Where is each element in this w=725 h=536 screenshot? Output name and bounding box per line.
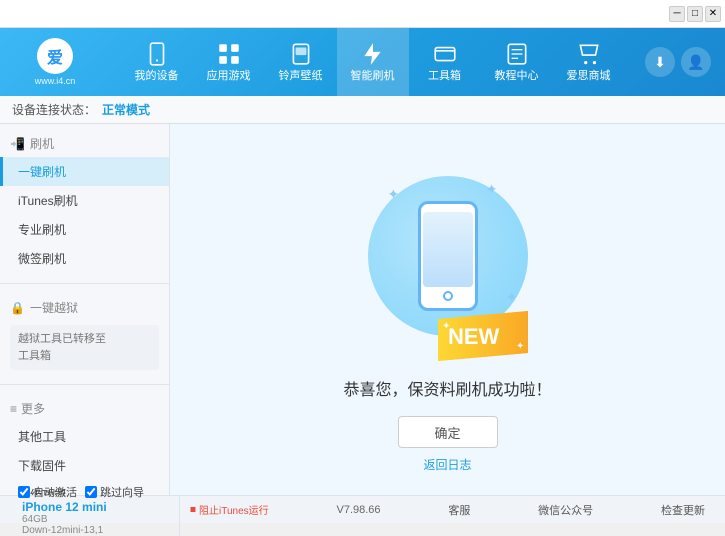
top-navigation: 爱 www.i4.cn 我的设备 应用游戏 铃声壁纸 智能刷机 工具箱 [0,28,725,96]
nav-ringtone[interactable]: 铃声壁纸 [265,28,337,96]
tools-icon [432,41,458,67]
phone-home-button [443,291,453,301]
logo-subtitle: www.i4.cn [35,76,76,86]
sparkle-3: ✦ [506,289,518,306]
jailbreak-note: 越狱工具已转移至工具箱 [10,325,159,370]
checkbox-area: 自动激活 跳过向导 [18,484,171,500]
nav-shop[interactable]: 爱思商城 [553,28,625,96]
close-button[interactable]: ✕ [705,6,721,22]
sidebar-section-more: ≡ 更多 其他工具 下载固件 高级功能 [0,389,169,495]
sidebar-divider-2 [0,384,169,385]
minimize-button[interactable]: ─ [669,6,685,22]
maximize-button[interactable]: □ [687,6,703,22]
version-label: V7.98.66 [336,504,380,516]
phone-illustration: ✦ ✦ ✦ [348,146,548,366]
titlebar: ─ □ ✕ [0,0,725,28]
flash-section-icon: 📲 [10,137,25,151]
device-info: iPhone 12 mini 64GB Down-12mini-13,1 [22,500,171,536]
download-button[interactable]: ⬇ [645,47,675,77]
bottom-bar: 自动激活 跳过向导 iPhone 12 mini 64GB Down-12min… [0,495,725,523]
nav-right-buttons: ⬇ 👤 [645,47,711,77]
new-banner-svg: NEW ✦ ✦ [438,311,528,361]
status-prefix: 设备连接状态： [12,101,96,118]
sidebar-item-download-firmware[interactable]: 下载固件 [0,451,169,480]
customer-service-link[interactable]: 客服 [448,502,470,518]
content-area: ✦ ✦ ✦ [170,124,725,495]
sidebar-item-microsign[interactable]: 微签刷机 [0,244,169,273]
wechat-link[interactable]: 微信公众号 [538,502,593,518]
sidebar-section-header-jailbreak: 🔒 一键越狱 [0,294,169,321]
success-message: 恭喜您，保资料刷机成功啦！ [343,376,551,400]
nav-items: 我的设备 应用游戏 铃声壁纸 智能刷机 工具箱 教程中心 爱思商 [100,28,645,96]
auto-activate-checkbox[interactable]: 自动激活 [18,484,77,500]
apps-icon [216,41,242,67]
more-section-icon: ≡ [10,402,17,416]
sidebar-more-header: ≡ 更多 [0,395,169,422]
phone-device [418,201,478,311]
sidebar-divider-1 [0,283,169,284]
sidebar-item-other-tools[interactable]: 其他工具 [0,422,169,451]
nav-tutorial[interactable]: 教程中心 [481,28,553,96]
sparkle-1: ✦ [388,186,400,203]
auto-activate-input[interactable] [18,486,30,498]
sidebar-section-header-flash: 📲 刷机 [0,130,169,157]
user-button[interactable]: 👤 [681,47,711,77]
svg-text:NEW: NEW [448,324,500,349]
status-bar: 设备连接状态： 正常模式 [0,96,725,124]
svg-text:✦: ✦ [442,321,450,332]
new-banner-inner: NEW ✦ ✦ [438,311,528,366]
sidebar-item-itunes[interactable]: iTunes刷机 [0,186,169,215]
main-area: 📲 刷机 一键刷机 iTunes刷机 专业刷机 微签刷机 🔒 一键越狱 [0,124,725,495]
nav-tools[interactable]: 工具箱 [409,28,481,96]
device-version: Down-12mini-13,1 [22,525,171,536]
svg-text:✦: ✦ [516,341,524,352]
device-name: iPhone 12 mini [22,500,171,514]
lock-section-icon: 🔒 [10,301,25,315]
sidebar-item-onekey[interactable]: 一键刷机 [0,157,169,186]
sidebar-section-jailbreak: 🔒 一键越狱 越狱工具已转移至工具箱 [0,288,169,380]
sidebar-section-flash: 📲 刷机 一键刷机 iTunes刷机 专业刷机 微签刷机 [0,124,169,279]
new-banner-wrapper: NEW ✦ ✦ [438,311,528,366]
nav-my-device[interactable]: 我的设备 [121,28,193,96]
check-update-link[interactable]: 检查更新 [661,502,705,518]
phone-screen [423,212,473,287]
sidebar-item-pro[interactable]: 专业刷机 [0,215,169,244]
nav-apps[interactable]: 应用游戏 [193,28,265,96]
sidebar: 📲 刷机 一键刷机 iTunes刷机 专业刷机 微签刷机 🔒 一键越狱 [0,124,170,495]
status-value: 正常模式 [102,101,150,118]
flash-icon [360,41,386,67]
phone-icon [144,41,170,67]
back-link[interactable]: 返回日志 [423,456,471,473]
bottom-right: ⏹ 阻止iTunes运行 V7.98.66 客服 微信公众号 检查更新 [180,502,715,518]
skip-guide-checkbox[interactable]: 跳过向导 [85,484,144,500]
tutorial-icon [504,41,530,67]
logo-icon: 爱 [37,38,73,74]
ringtone-icon [288,41,314,67]
confirm-button[interactable]: 确定 [398,416,498,448]
itunes-status: ⏹ 阻止iTunes运行 [190,502,269,517]
sparkle-2: ✦ [486,181,498,198]
nav-flash[interactable]: 智能刷机 [337,28,409,96]
shop-icon [576,41,602,67]
itunes-icon: ⏹ [190,502,196,517]
logo-area: 爱 www.i4.cn [10,38,100,86]
skip-guide-input[interactable] [85,486,97,498]
bottom-left: 自动激活 跳过向导 iPhone 12 mini 64GB Down-12min… [10,484,180,536]
